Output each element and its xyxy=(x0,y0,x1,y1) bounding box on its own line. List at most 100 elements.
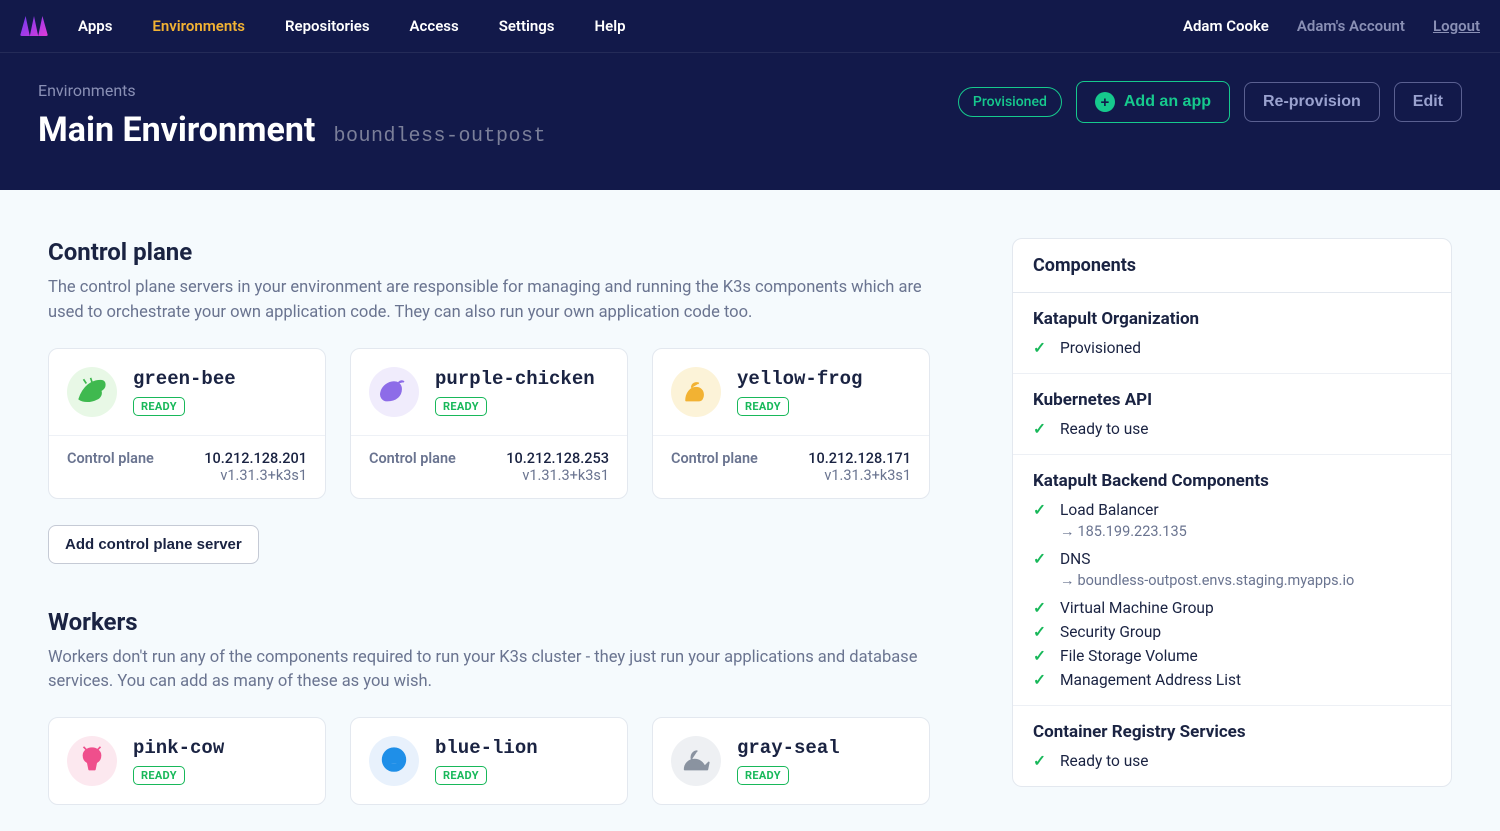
env-slug: boundless-outpost xyxy=(333,125,546,148)
add-control-plane-button[interactable]: Add control plane server xyxy=(48,525,259,564)
breadcrumb: Environments xyxy=(38,81,546,100)
component-label: Load Balancer xyxy=(1060,501,1159,519)
nav-item-repositories[interactable]: Repositories xyxy=(285,17,370,35)
server-name: blue-lion xyxy=(435,737,538,759)
status-badge: Provisioned xyxy=(958,87,1062,117)
server-meta: 10.212.128.253v1.31.3+k3s1 xyxy=(506,450,609,484)
arrow-icon: → xyxy=(1060,523,1075,540)
server-card[interactable]: green-bee READY Control plane 10.212.128.20… xyxy=(48,348,326,499)
check-icon: ✓ xyxy=(1033,420,1050,438)
component-row: ✓ Provisioned xyxy=(1033,339,1431,357)
components-section-title: Katapult Backend Components xyxy=(1033,471,1431,491)
component-sub: →boundless-outpost.envs.staging.myapps.i… xyxy=(1033,572,1431,589)
components-section-title: Container Registry Services xyxy=(1033,722,1431,742)
server-card[interactable]: pink-cow READY xyxy=(48,717,326,805)
reprovision-button[interactable]: Re-provision xyxy=(1244,82,1380,122)
check-icon: ✓ xyxy=(1033,339,1050,357)
components-section: Container Registry Services ✓ Ready to use xyxy=(1013,706,1451,786)
check-icon: ✓ xyxy=(1033,599,1050,617)
nav-item-settings[interactable]: Settings xyxy=(499,17,555,35)
status-badge: READY xyxy=(133,766,185,785)
account-link[interactable]: Adam's Account xyxy=(1297,17,1405,35)
check-icon: ✓ xyxy=(1033,752,1050,770)
server-avatar-icon xyxy=(369,367,419,417)
server-card[interactable]: gray-seal READY xyxy=(652,717,930,805)
server-name: green-bee xyxy=(133,368,236,390)
main-column: Control plane The control plane servers … xyxy=(48,238,980,831)
components-section: Katapult Backend Components ✓ Load Balance… xyxy=(1013,455,1451,706)
hero-heading: Environments Main Environment boundless-… xyxy=(38,81,546,150)
components-header: Components xyxy=(1013,239,1451,293)
component-label: Provisioned xyxy=(1060,339,1141,357)
component-label: Ready to use xyxy=(1060,752,1149,770)
component-row: ✓ Load Balancer xyxy=(1033,501,1431,519)
logout-link[interactable]: Logout xyxy=(1433,17,1480,35)
nav-item-apps[interactable]: Apps xyxy=(78,17,112,35)
check-icon: ✓ xyxy=(1033,501,1050,519)
status-badge: READY xyxy=(133,397,185,416)
server-name: purple-chicken xyxy=(435,368,595,390)
server-avatar-icon xyxy=(369,736,419,786)
check-icon: ✓ xyxy=(1033,550,1050,568)
server-role: Control plane xyxy=(67,450,154,467)
server-card[interactable]: yellow-frog READY Control plane 10.212.128.… xyxy=(652,348,930,499)
component-row: ✓Management Address List xyxy=(1033,671,1431,689)
user-name-link[interactable]: Adam Cooke xyxy=(1183,17,1269,35)
nav-item-help[interactable]: Help xyxy=(595,17,626,35)
components-panel: Components Katapult Organization✓Provisi… xyxy=(1012,238,1452,787)
component-row: ✓ Ready to use xyxy=(1033,420,1431,438)
hero-actions: Provisioned + Add an app Re-provision Ed… xyxy=(958,81,1462,123)
nav-item-environments[interactable]: Environments xyxy=(152,17,245,35)
server-avatar-icon xyxy=(67,736,117,786)
arrow-icon: → xyxy=(1060,572,1075,589)
sidebar: Components Katapult Organization✓Provisi… xyxy=(1012,238,1452,787)
server-role: Control plane xyxy=(671,450,758,467)
hero: Environments Main Environment boundless-… xyxy=(0,53,1500,190)
add-app-label: Add an app xyxy=(1124,93,1211,111)
nav-item-access[interactable]: Access xyxy=(410,17,459,35)
component-label: Management Address List xyxy=(1060,671,1241,689)
component-row: ✓ DNS xyxy=(1033,550,1431,568)
edit-button[interactable]: Edit xyxy=(1394,82,1462,122)
component-label: Ready to use xyxy=(1060,420,1149,438)
server-meta: 10.212.128.171v1.31.3+k3s1 xyxy=(808,450,911,484)
server-name: yellow-frog xyxy=(737,368,862,390)
component-label: Security Group xyxy=(1060,623,1161,641)
components-section-title: Kubernetes API xyxy=(1033,390,1431,410)
workers-desc: Workers don't run any of the components … xyxy=(48,646,948,696)
logo xyxy=(20,16,48,36)
primary-nav: Apps Environments Repositories Access Settin… xyxy=(78,17,1183,35)
check-icon: ✓ xyxy=(1033,647,1050,665)
components-section: Kubernetes API ✓ Ready to use xyxy=(1013,374,1451,455)
user-bar: Adam Cooke Adam's Account Logout xyxy=(1183,17,1480,35)
component-row: ✓ File Storage Volume xyxy=(1033,647,1431,665)
component-row: ✓ Virtual Machine Group xyxy=(1033,599,1431,617)
server-role: Control plane xyxy=(369,450,456,467)
component-label: DNS xyxy=(1060,550,1090,568)
server-card[interactable]: blue-lion READY xyxy=(350,717,628,805)
server-avatar-icon xyxy=(671,367,721,417)
server-name: gray-seal xyxy=(737,737,840,759)
check-icon: ✓ xyxy=(1033,623,1050,641)
server-card[interactable]: purple-chicken READY Control plane 10.212.1… xyxy=(350,348,628,499)
control-plane-title: Control plane xyxy=(48,238,980,266)
status-badge: READY xyxy=(737,397,789,416)
status-badge: READY xyxy=(435,766,487,785)
add-app-button[interactable]: + Add an app xyxy=(1076,81,1230,123)
server-name: pink-cow xyxy=(133,737,224,759)
components-section: Katapult Organization✓Provisioned xyxy=(1013,293,1451,374)
control-plane-desc: The control plane servers in your enviro… xyxy=(48,276,948,326)
status-badge: READY xyxy=(737,766,789,785)
status-badge: READY xyxy=(435,397,487,416)
worker-cards: pink-cow READY blue-lion READY gray-seal READ… xyxy=(48,717,980,805)
component-label: Virtual Machine Group xyxy=(1060,599,1214,617)
component-label: File Storage Volume xyxy=(1060,647,1198,665)
workers-title: Workers xyxy=(48,608,980,636)
server-meta: 10.212.128.201v1.31.3+k3s1 xyxy=(204,450,307,484)
topbar: Apps Environments Repositories Access Settin… xyxy=(0,0,1500,53)
server-avatar-icon xyxy=(671,736,721,786)
plus-icon: + xyxy=(1095,92,1115,112)
page-title: Main Environment xyxy=(38,110,315,150)
component-row: ✓ Security Group xyxy=(1033,623,1431,641)
component-sub: →185.199.223.135 xyxy=(1033,523,1431,540)
